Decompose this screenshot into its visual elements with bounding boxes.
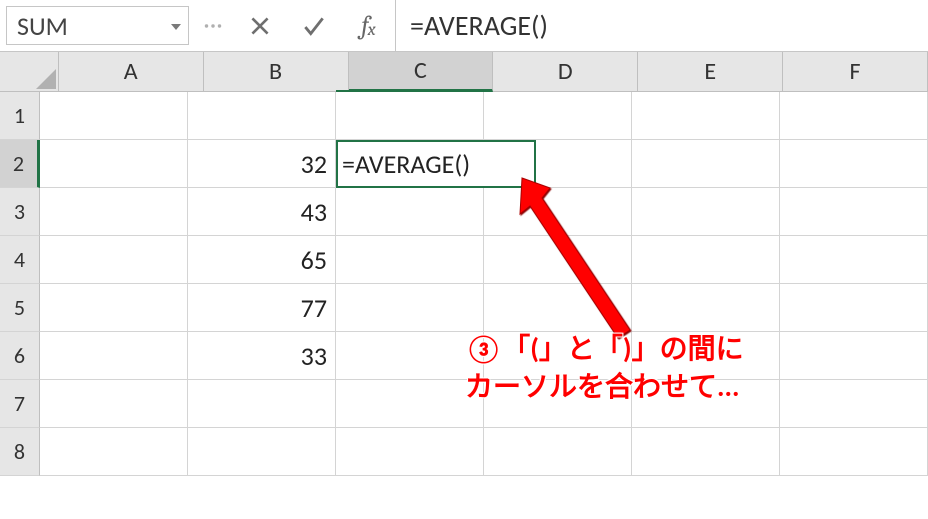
annotation-line1: ③「(」と「)」の間に (465, 331, 744, 366)
cell-B2[interactable]: 32 (188, 140, 336, 188)
cell-F3[interactable] (780, 188, 928, 236)
cell-C6[interactable] (336, 332, 484, 380)
cell-F7[interactable] (780, 380, 928, 428)
column-header-A[interactable]: A (59, 52, 204, 91)
spreadsheet-grid: A B C D E F 1 2 3 4 5 6 7 8 (0, 52, 928, 476)
formula-input[interactable]: =AVERAGE() (395, 0, 928, 51)
formula-input-text: =AVERAGE() (410, 8, 548, 43)
cell-A6[interactable] (40, 332, 188, 380)
column-header-D[interactable]: D (493, 52, 638, 91)
cell-D8[interactable] (484, 428, 632, 476)
cell-D3[interactable] (484, 188, 632, 236)
cell-A2[interactable] (40, 140, 188, 188)
column-header-B[interactable]: B (204, 52, 349, 91)
cell-A4[interactable] (40, 236, 188, 284)
cell-B4[interactable]: 65 (188, 236, 336, 284)
select-all-triangle[interactable] (0, 52, 59, 91)
cell-A1[interactable] (40, 92, 188, 140)
cell-E2[interactable] (632, 140, 780, 188)
cell-C3[interactable] (336, 188, 484, 236)
cell-F6[interactable] (780, 332, 928, 380)
cell-B8[interactable] (188, 428, 336, 476)
insert-function-icon[interactable]: fx (341, 0, 395, 51)
cell-C8[interactable] (336, 428, 484, 476)
cell-C1[interactable] (336, 92, 484, 140)
cell-C4[interactable] (336, 236, 484, 284)
row-header-4[interactable]: 4 (0, 236, 40, 284)
expand-icon[interactable] (193, 0, 233, 51)
cancel-icon[interactable] (233, 0, 287, 51)
column-header-C[interactable]: C (349, 52, 494, 92)
cell-C7[interactable] (336, 380, 484, 428)
cell-B1[interactable] (188, 92, 336, 140)
cell-E5[interactable] (632, 284, 780, 332)
cell-F1[interactable] (780, 92, 928, 140)
name-box[interactable]: SUM (6, 6, 189, 45)
cell-F4[interactable] (780, 236, 928, 284)
enter-icon[interactable] (287, 0, 341, 51)
cell-A7[interactable] (40, 380, 188, 428)
cell-E8[interactable] (632, 428, 780, 476)
row-headers: 1 2 3 4 5 6 7 8 (0, 92, 40, 476)
cell-A3[interactable] (40, 188, 188, 236)
name-box-value: SUM (17, 10, 68, 42)
cell-E1[interactable] (632, 92, 780, 140)
row-header-7[interactable]: 7 (0, 380, 40, 428)
chevron-down-icon[interactable] (168, 10, 184, 42)
formula-bar: SUM fx =AVERAGE() (0, 0, 928, 52)
row-header-6[interactable]: 6 (0, 332, 40, 380)
cell-B6[interactable]: 33 (188, 332, 336, 380)
column-header-E[interactable]: E (638, 52, 783, 91)
active-cell-editor[interactable]: =AVERAGE() (336, 140, 536, 188)
grid-body: 1 2 3 4 5 6 7 8 32 (0, 92, 928, 476)
column-header-F[interactable]: F (783, 52, 928, 91)
row-header-3[interactable]: 3 (0, 188, 40, 236)
cell-C5[interactable] (336, 284, 484, 332)
cell-B7[interactable] (188, 380, 336, 428)
row-header-1[interactable]: 1 (0, 92, 40, 140)
cell-D4[interactable] (484, 236, 632, 284)
active-cell-text: =AVERAGE() (342, 148, 470, 180)
cells-area[interactable]: 32 43 65 (40, 92, 928, 476)
row-header-8[interactable]: 8 (0, 428, 40, 476)
row-header-5[interactable]: 5 (0, 284, 40, 332)
cell-B5[interactable]: 77 (188, 284, 336, 332)
cell-E4[interactable] (632, 236, 780, 284)
cell-E3[interactable] (632, 188, 780, 236)
cell-F8[interactable] (780, 428, 928, 476)
cell-F2[interactable] (780, 140, 928, 188)
cell-A5[interactable] (40, 284, 188, 332)
annotation-line2: カーソルを合わせて... (465, 369, 739, 404)
row-header-2[interactable]: 2 (0, 140, 40, 188)
cell-D1[interactable] (484, 92, 632, 140)
cell-D5[interactable] (484, 284, 632, 332)
annotation-text: ③「(」と「)」の間に カーソルを合わせて... (465, 330, 744, 406)
cell-B3[interactable]: 43 (188, 188, 336, 236)
cell-F5[interactable] (780, 284, 928, 332)
column-headers: A B C D E F (0, 52, 928, 92)
cell-A8[interactable] (40, 428, 188, 476)
